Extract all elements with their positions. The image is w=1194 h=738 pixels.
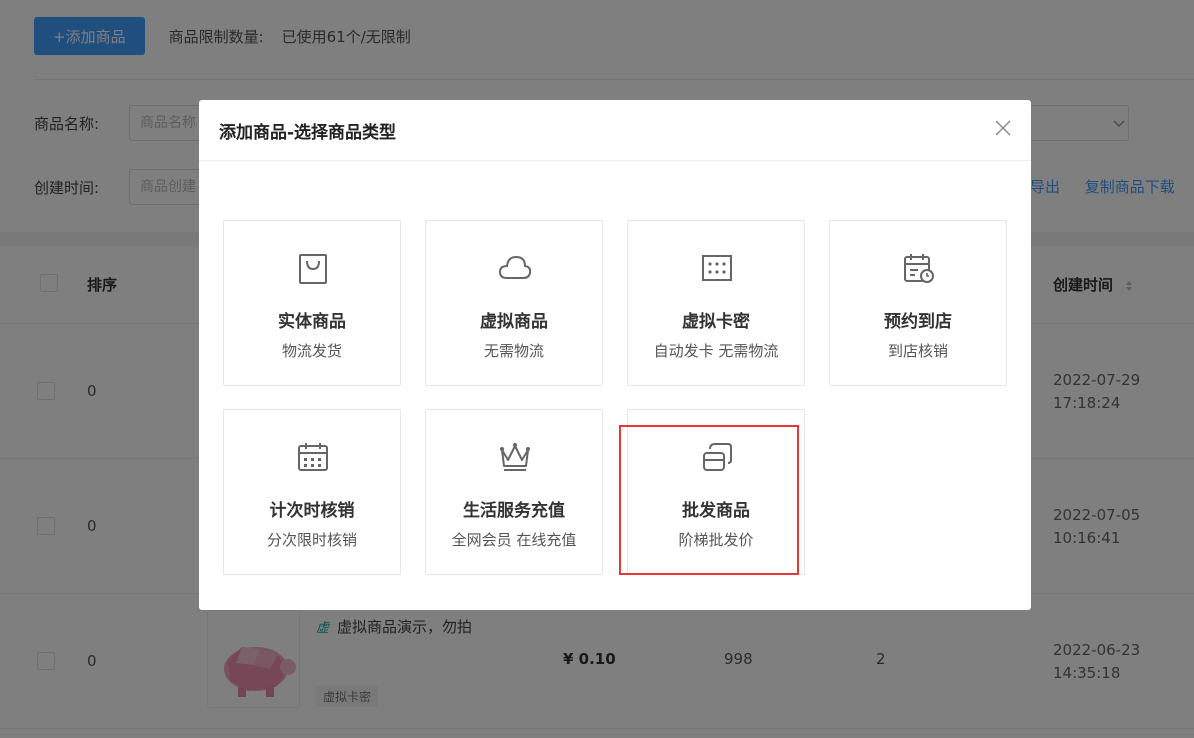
select-goods-type-dialog: 添加商品-选择商品类型 实体商品 物流发货 虚拟商品 无需物流 虚拟卡密 自动发… xyxy=(199,100,1031,610)
card-subtitle: 全网会员 在线充值 xyxy=(451,531,577,549)
card-wholesale[interactable]: 批发商品 阶梯批发价 xyxy=(627,409,805,575)
calendar-clock-icon xyxy=(904,254,934,283)
card-title: 实体商品 xyxy=(278,312,346,332)
card-subtitle: 无需物流 xyxy=(483,342,544,360)
card-subtitle: 物流发货 xyxy=(281,342,342,360)
shopping-bag-icon xyxy=(299,254,327,284)
card-subtitle: 分次限时核销 xyxy=(266,531,357,549)
card-title: 虚拟卡密 xyxy=(682,312,750,332)
card-physical-goods[interactable]: 实体商品 物流发货 xyxy=(223,220,401,386)
cloud-icon xyxy=(498,255,532,279)
crown-icon xyxy=(500,443,530,471)
boxes-icon xyxy=(703,443,732,471)
dialog-header: 添加商品-选择商品类型 xyxy=(199,100,1031,161)
card-title: 虚拟商品 xyxy=(480,312,548,332)
card-reservation[interactable]: 预约到店 到店核销 xyxy=(829,220,1007,386)
card-subtitle: 阶梯批发价 xyxy=(678,531,754,549)
card-title: 生活服务充值 xyxy=(463,501,565,521)
card-title: 预约到店 xyxy=(884,312,952,332)
close-icon[interactable] xyxy=(995,120,1011,136)
card-title: 计次时核销 xyxy=(269,501,355,521)
card-title: 批发商品 xyxy=(682,501,750,521)
card-subtitle: 到店核销 xyxy=(887,342,948,360)
calendar-icon xyxy=(298,443,328,471)
card-count-verify[interactable]: 计次时核销 分次限时核销 xyxy=(223,409,401,575)
dialog-title: 添加商品-选择商品类型 xyxy=(219,123,397,143)
card-virtual-goods[interactable]: 虚拟商品 无需物流 xyxy=(425,220,603,386)
card-life-service[interactable]: 生活服务充值 全网会员 在线充值 xyxy=(425,409,603,575)
card-virtual-card-key[interactable]: 虚拟卡密 自动发卡 无需物流 xyxy=(627,220,805,386)
card-subtitle: 自动发卡 无需物流 xyxy=(653,342,779,360)
card-key-icon xyxy=(702,255,732,281)
